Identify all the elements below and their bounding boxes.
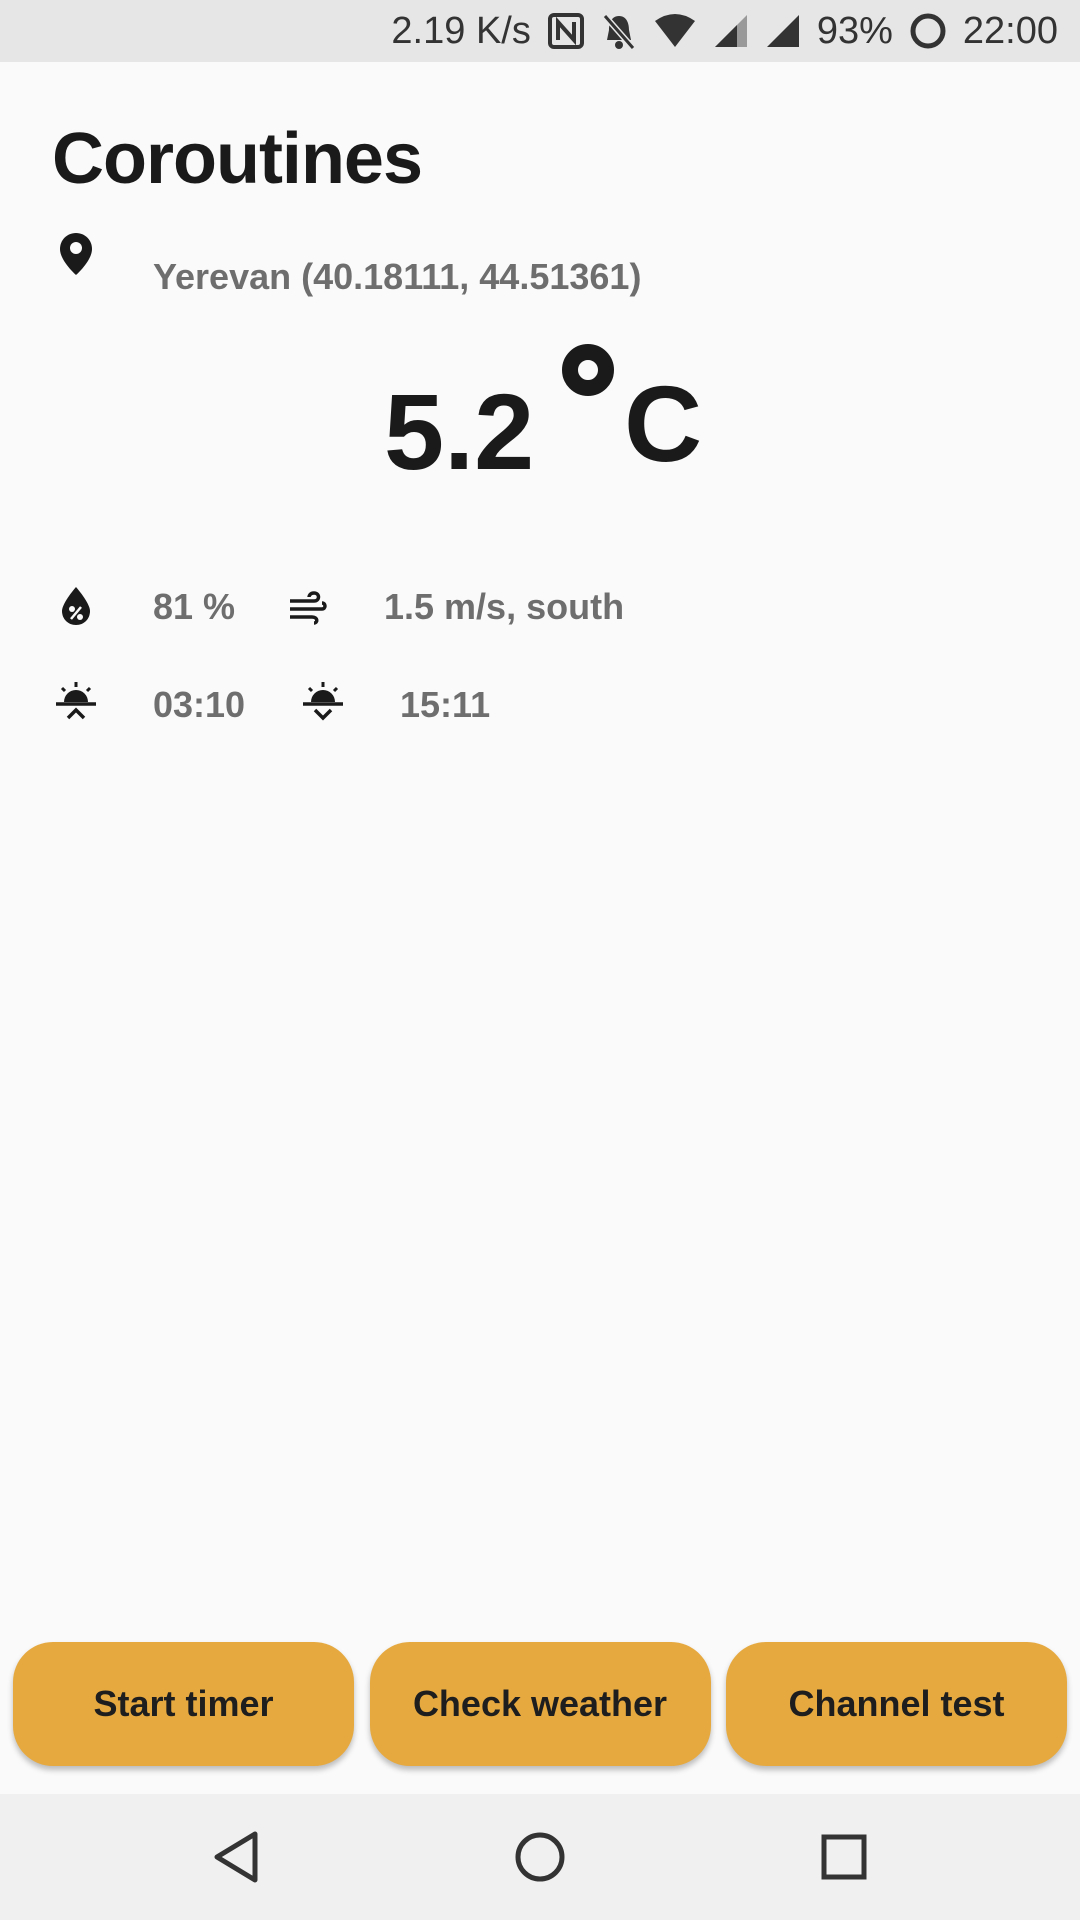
temperature-display: 5.2 C: [384, 340, 702, 486]
humidity-value: 81 %: [153, 586, 236, 627]
status-bar: 2.19 K/s 93% 22:00: [0, 0, 1080, 62]
channel-test-button[interactable]: Channel test: [726, 1642, 1067, 1766]
wifi-icon: [653, 13, 697, 49]
bell-off-icon: [601, 12, 637, 50]
degree-symbol: [562, 344, 615, 396]
signal-icon-2: [765, 13, 801, 49]
sunset-icon: [303, 682, 343, 722]
sunrise-time: 03:10: [153, 684, 246, 725]
battery-percent: 93%: [816, 9, 893, 52]
back-icon[interactable]: [208, 1829, 264, 1885]
sunrise-icon: [56, 682, 96, 722]
check-weather-button[interactable]: Check weather: [369, 1642, 711, 1766]
location-pin-icon: [58, 231, 94, 277]
humidity-icon: [60, 586, 92, 626]
temperature-value: 5.2: [384, 371, 535, 492]
clock: 22:00: [962, 9, 1058, 52]
wind-value: 1.5 m/s, south: [384, 586, 625, 627]
battery-icon: [909, 12, 947, 50]
temperature-unit: C: [624, 363, 703, 484]
page-title: Coroutines: [52, 119, 423, 199]
start-timer-button[interactable]: Start timer: [13, 1642, 354, 1766]
home-icon[interactable]: [512, 1829, 568, 1885]
navigation-bar: [0, 1794, 1080, 1920]
action-buttons: Start timer Check weather Channel test: [0, 1642, 1080, 1768]
recents-icon[interactable]: [816, 1829, 872, 1885]
location-text: Yerevan (40.18111, 44.51361): [153, 256, 642, 297]
wind-icon: [288, 586, 328, 626]
signal-icon: [713, 13, 749, 49]
network-speed: 2.19 K/s: [391, 9, 531, 52]
sunset-time: 15:11: [400, 684, 491, 725]
nfc-icon: [547, 12, 585, 50]
